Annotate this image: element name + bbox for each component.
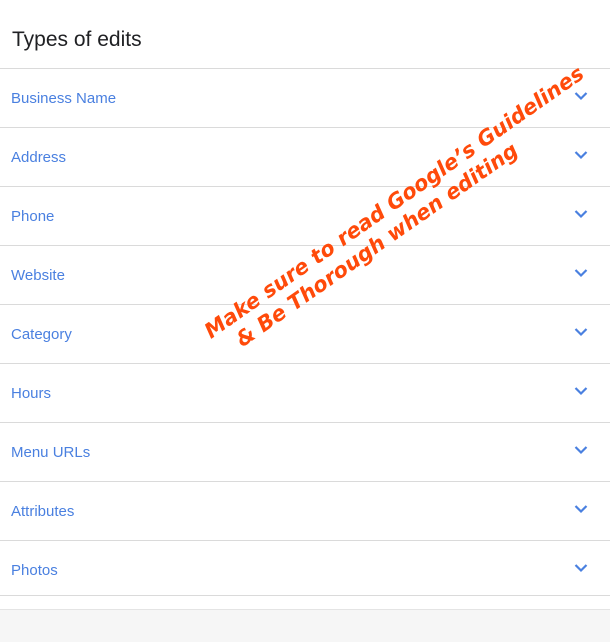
edit-type-row[interactable]: Attributes: [0, 481, 610, 540]
edit-type-label: Phone: [11, 208, 55, 225]
edit-type-row[interactable]: Photos: [0, 540, 610, 596]
edit-type-row[interactable]: Menu URLs: [0, 422, 610, 481]
edit-type-row[interactable]: Hours: [0, 363, 610, 422]
edit-type-label: Category: [11, 326, 72, 343]
edit-type-label: Photos: [11, 562, 58, 579]
footer-area: [0, 609, 610, 642]
edit-type-label: Attributes: [11, 503, 75, 520]
edit-type-label: Address: [11, 149, 67, 166]
edit-type-label: Website: [11, 267, 65, 284]
edit-type-label: Business Name: [11, 90, 117, 107]
edit-type-label: Hours: [11, 385, 52, 402]
edit-type-row[interactable]: Category: [0, 304, 610, 363]
page-title: Types of edits: [12, 28, 142, 51]
edit-type-row[interactable]: Phone: [0, 186, 610, 245]
edit-type-label: Menu URLs: [11, 444, 91, 461]
